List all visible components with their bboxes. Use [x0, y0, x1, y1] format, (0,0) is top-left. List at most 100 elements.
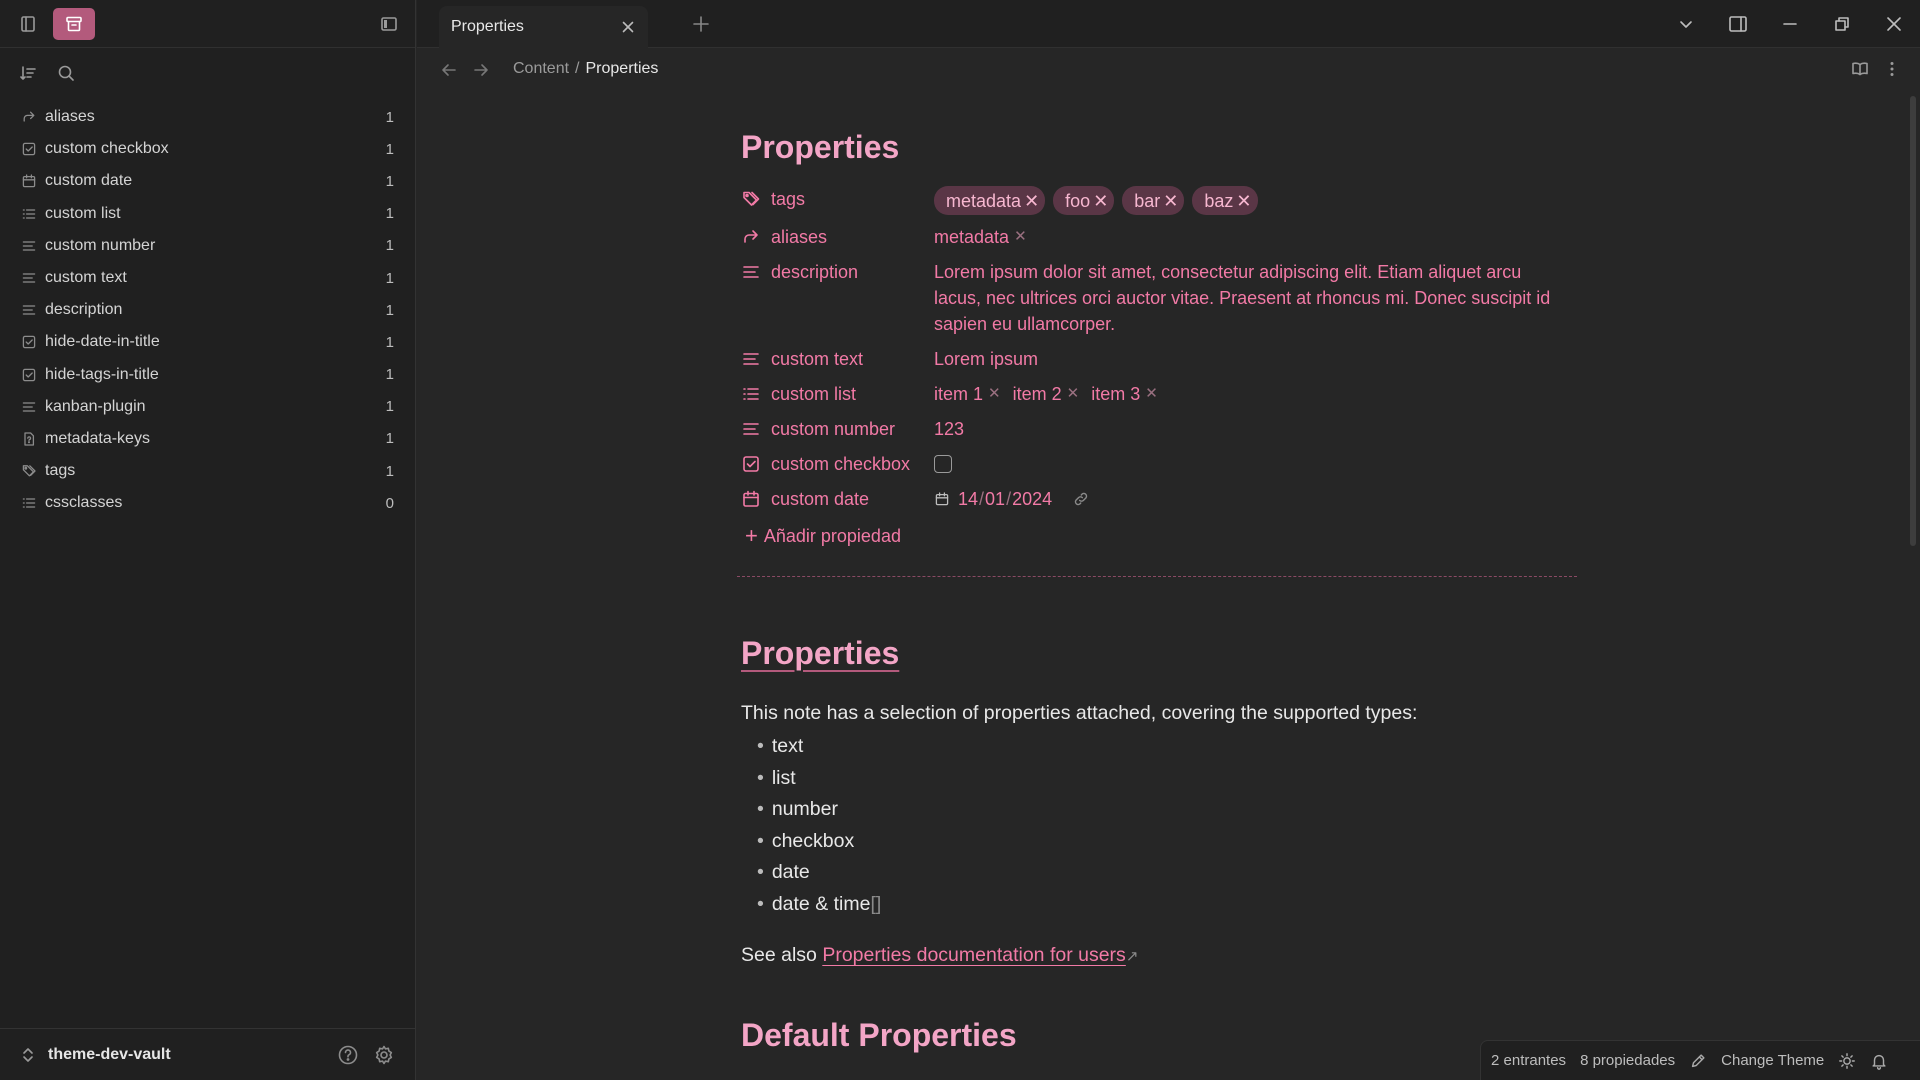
status-properties[interactable]: 8 propiedades: [1580, 1052, 1675, 1069]
property-key-aliases[interactable]: aliases: [741, 222, 934, 252]
property-key-label: custom text: [771, 348, 864, 369]
property-key-custom-checkbox[interactable]: custom checkbox: [741, 449, 934, 479]
files-icon[interactable]: [12, 8, 44, 40]
reading-view-book-icon[interactable]: [1850, 59, 1870, 79]
forward-arrow-icon[interactable]: [471, 60, 491, 80]
property-value-aliases[interactable]: metadata ✕: [934, 222, 1581, 250]
property-value-tags[interactable]: metadata ✕ foo ✕ bar ✕ baz ✕: [934, 184, 1581, 215]
inline-title[interactable]: Properties: [741, 129, 1581, 166]
property-key-label: description: [771, 261, 859, 282]
close-icon[interactable]: [620, 19, 636, 35]
remove-tag-icon[interactable]: ✕: [1163, 188, 1178, 214]
sidebar-property-item[interactable]: custom date 1: [0, 165, 416, 197]
scrollbar-thumb[interactable]: [1910, 96, 1916, 546]
property-key-label: custom list: [771, 383, 857, 404]
tab-list-chevron-icon[interactable]: [1660, 0, 1712, 48]
list-icon: [741, 384, 761, 404]
remove-alias-icon[interactable]: ✕: [1014, 224, 1027, 250]
remove-item-icon[interactable]: ✕: [1145, 381, 1158, 407]
add-property-label: Añadir propiedad: [763, 525, 901, 546]
view-header: Content / Properties: [417, 48, 1920, 92]
property-row-custom-checkbox: custom checkbox: [741, 449, 1581, 484]
date-picker-calendar-icon[interactable]: [934, 491, 950, 507]
vault-switcher[interactable]: theme-dev-vault: [0, 1028, 416, 1080]
help-icon[interactable]: [336, 1043, 360, 1067]
sidebar-property-item[interactable]: hide-tags-in-title 1: [0, 359, 416, 391]
list-item-chip[interactable]: item 3 ✕: [1091, 381, 1158, 407]
sidebar-property-item[interactable]: custom checkbox 1: [0, 133, 416, 165]
sidebar-property-count: 1: [385, 172, 394, 190]
minimize-icon[interactable]: [1764, 0, 1816, 48]
date-text[interactable]: 14/01/2024: [958, 486, 1052, 512]
sidebar-property-item[interactable]: hide-date-in-title 1: [0, 326, 416, 358]
sidebar-property-label: hide-date-in-title: [45, 333, 160, 351]
plus-icon: +: [745, 523, 758, 548]
sidebar-property-item[interactable]: custom text 1: [0, 262, 416, 294]
sidebar-property-label: metadata-keys: [45, 429, 150, 447]
tag-pill[interactable]: baz ✕: [1192, 186, 1258, 215]
property-key-description[interactable]: description: [741, 257, 934, 287]
settings-gear-icon[interactable]: [372, 1043, 396, 1067]
restore-icon[interactable]: [1816, 0, 1868, 48]
sort-icon[interactable]: [15, 60, 41, 86]
sidebar-property-count: 1: [385, 462, 394, 480]
tab-properties[interactable]: Properties: [439, 6, 648, 48]
property-key-label: aliases: [771, 226, 828, 247]
property-key-custom-text[interactable]: custom text: [741, 344, 934, 374]
window-close-icon[interactable]: [1868, 0, 1920, 48]
remove-item-icon[interactable]: ✕: [988, 381, 1001, 407]
list-item-chip[interactable]: item 2 ✕: [1013, 381, 1080, 407]
tag-pill[interactable]: bar ✕: [1122, 186, 1185, 215]
back-arrow-icon[interactable]: [439, 60, 459, 80]
sun-icon[interactable]: [1838, 1052, 1856, 1070]
list-item-chip[interactable]: item 1 ✕: [934, 381, 1001, 407]
right-sidebar-toggle-icon[interactable]: [1712, 0, 1764, 48]
property-value-custom-date[interactable]: 14/01/2024: [934, 484, 1581, 514]
breadcrumb-separator: /: [575, 60, 580, 77]
more-options-icon[interactable]: [1882, 59, 1902, 79]
property-value-custom-list[interactable]: item 1 ✕ item 2 ✕ item 3 ✕: [934, 379, 1581, 407]
footnote-brackets[interactable]: []: [870, 893, 881, 915]
property-key-custom-number[interactable]: custom number: [741, 414, 934, 444]
property-key-custom-list[interactable]: custom list: [741, 379, 934, 409]
search-icon[interactable]: [53, 60, 79, 86]
property-value-custom-number[interactable]: 123: [934, 414, 1581, 442]
sidebar-property-item[interactable]: custom number 1: [0, 230, 416, 262]
archive-icon[interactable]: [53, 8, 95, 40]
sidebar-property-label: cssclasses: [45, 494, 123, 512]
text-align-icon: [741, 349, 761, 369]
sidebar-header: [0, 0, 415, 48]
pencil-icon[interactable]: [1689, 1052, 1707, 1070]
tag-pill[interactable]: metadata ✕: [934, 186, 1046, 215]
custom-checkbox-input[interactable]: [934, 455, 952, 473]
new-tab-plus-icon[interactable]: [691, 14, 711, 34]
sidebar-property-item[interactable]: tags 1: [0, 455, 416, 487]
property-key-tags[interactable]: tags: [741, 184, 934, 214]
property-value-description[interactable]: Lorem ipsum dolor sit amet, consectetur …: [934, 257, 1581, 337]
sidebar-property-item[interactable]: kanban-plugin 1: [0, 391, 416, 423]
sidebar-property-item[interactable]: description 1: [0, 294, 416, 326]
sidebar-property-item[interactable]: custom list 1: [0, 198, 416, 230]
sidebar-property-item[interactable]: cssclasses 0: [0, 487, 416, 519]
notification-bell-icon[interactable]: [1870, 1052, 1888, 1070]
property-value-custom-text[interactable]: Lorem ipsum: [934, 344, 1581, 372]
tag-pill[interactable]: foo ✕: [1053, 186, 1115, 215]
properties-docs-link[interactable]: Properties documentation for users: [822, 944, 1126, 966]
remove-tag-icon[interactable]: ✕: [1024, 188, 1039, 214]
see-also-paragraph: See also Properties documentation for us…: [741, 944, 1581, 967]
change-theme-button[interactable]: Change Theme: [1721, 1052, 1824, 1069]
add-property-button[interactable]: + Añadir propiedad: [741, 523, 1581, 549]
status-entries[interactable]: 2 entrantes: [1491, 1052, 1566, 1069]
alias-chip[interactable]: metadata ✕: [934, 224, 1027, 250]
link-icon[interactable]: [1072, 490, 1090, 508]
remove-tag-icon[interactable]: ✕: [1236, 188, 1251, 214]
breadcrumb-current[interactable]: Properties: [586, 60, 659, 77]
property-key-custom-date[interactable]: custom date: [741, 484, 934, 514]
remove-item-icon[interactable]: ✕: [1067, 381, 1080, 407]
property-row-custom-number: custom number 123: [741, 414, 1581, 449]
sidebar-toggle-icon[interactable]: [373, 8, 405, 40]
remove-tag-icon[interactable]: ✕: [1093, 188, 1108, 214]
sidebar-property-item[interactable]: aliases 1: [0, 101, 416, 133]
breadcrumb-parent[interactable]: Content: [513, 60, 569, 77]
sidebar-property-item[interactable]: metadata-keys 1: [0, 423, 416, 455]
